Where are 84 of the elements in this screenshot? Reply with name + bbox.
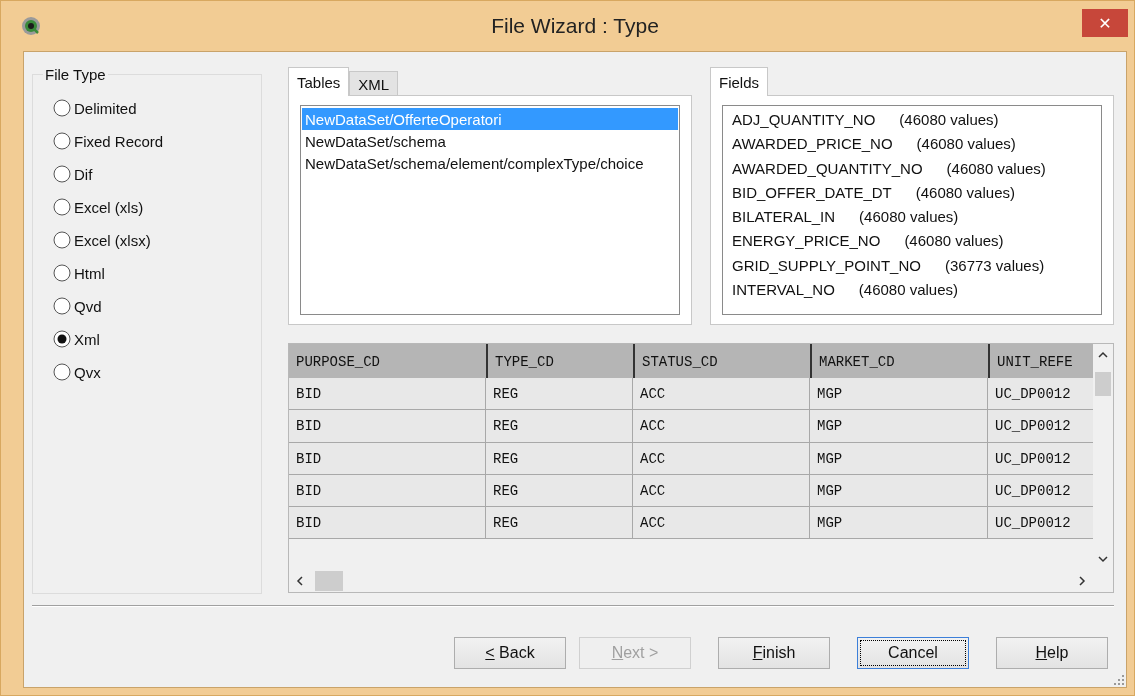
table-cell: REG xyxy=(486,410,633,443)
close-button[interactable]: ✕ xyxy=(1082,9,1128,37)
list-item[interactable]: NewDataSet/schema/element/complexType/choice xyxy=(302,152,678,174)
table-cell: REG xyxy=(486,378,633,411)
table-cell: BID xyxy=(289,474,486,508)
radio-button-icon[interactable] xyxy=(53,264,71,282)
table-cell: MGP xyxy=(810,442,988,475)
field-name: BID_OFFER_DATE_DT xyxy=(732,182,892,203)
table-cell: UC_DP0012 xyxy=(988,378,1093,411)
table-cell: UC_DP0012 xyxy=(988,442,1093,475)
radio-button-icon[interactable] xyxy=(53,297,71,315)
file-type-option[interactable]: Excel (xls) xyxy=(53,198,261,216)
radio-button-icon[interactable] xyxy=(53,330,71,348)
table-cell: REG xyxy=(486,507,633,540)
file-type-option[interactable]: Fixed Record xyxy=(53,132,261,150)
wizard-button[interactable]: Cancel xyxy=(857,637,969,669)
radio-button-icon[interactable] xyxy=(53,363,71,381)
field-name: ADJ_QUANTITY_NO xyxy=(732,110,876,130)
radio-button-icon[interactable] xyxy=(53,231,71,249)
file-type-option[interactable]: Qvx xyxy=(53,363,261,381)
group-label: File Type xyxy=(43,66,108,83)
table-cell: REG xyxy=(486,442,633,475)
tab[interactable]: XML xyxy=(349,71,399,95)
wizard-button[interactable]: Help xyxy=(996,637,1108,669)
app-logo-icon xyxy=(21,16,41,36)
value-count: (46080 values) xyxy=(904,231,1004,252)
scroll-right-icon[interactable] xyxy=(1077,576,1087,586)
file-type-option[interactable]: Dif xyxy=(53,165,261,183)
value-count: (46080 values) xyxy=(916,134,1016,155)
table-cell: ACC xyxy=(633,442,810,475)
field-name: BILATERAL_IN xyxy=(732,207,836,228)
field-name: AWARDED_PRICE_NO xyxy=(732,134,893,155)
table-cell: ACC xyxy=(633,507,810,540)
file-type-option[interactable]: Html xyxy=(53,264,261,282)
column-header[interactable]: STATUS_CD xyxy=(633,344,810,378)
radio-button-icon[interactable] xyxy=(53,99,71,117)
value-count: (46080 values) xyxy=(859,207,959,228)
file-type-option[interactable]: Excel (xlsx) xyxy=(53,231,261,249)
radio-button-icon[interactable] xyxy=(53,198,71,216)
value-count: (46080 values) xyxy=(858,280,959,301)
table-cell: ACC xyxy=(633,378,810,411)
file-type-option[interactable]: Delimited xyxy=(53,99,261,117)
table-cell: MGP xyxy=(810,507,988,540)
value-count: (46080 values) xyxy=(899,110,999,130)
field-name: INTERVAL_NO xyxy=(732,280,835,301)
scroll-down-icon[interactable] xyxy=(1098,554,1108,564)
scrollbar-thumb[interactable] xyxy=(315,571,343,591)
column-header[interactable]: UNIT_REFE xyxy=(988,344,1093,378)
field-name: ENERGY_PRICE_NO xyxy=(732,231,881,252)
column-header[interactable]: TYPE_CD xyxy=(486,344,633,378)
table-cell: BID xyxy=(289,507,486,540)
column-header[interactable]: PURPOSE_CD xyxy=(289,344,486,378)
table-cell: MGP xyxy=(810,378,988,411)
table-cell: UC_DP0012 xyxy=(988,410,1093,443)
value-count: (46080 values) xyxy=(946,158,1046,179)
table-cell: REG xyxy=(486,474,633,508)
tab[interactable]: Tables xyxy=(288,67,350,96)
file-type-option[interactable]: Qvd xyxy=(53,297,261,315)
value-count: (46080 values) xyxy=(915,182,1015,203)
resize-grip-icon[interactable] xyxy=(1114,675,1124,685)
table-cell: BID xyxy=(289,378,486,411)
wizard-button[interactable]: Finish xyxy=(718,637,830,669)
scroll-left-icon[interactable] xyxy=(295,576,305,586)
table-cell: MGP xyxy=(810,410,988,443)
tab[interactable]: Fields xyxy=(710,67,768,96)
column-header[interactable]: MARKET_CD xyxy=(810,344,988,378)
field-name: GRID_SUPPLY_POINT_NO xyxy=(732,255,921,276)
list-item[interactable]: NewDataSet/schema xyxy=(302,130,678,152)
scrollbar-thumb[interactable] xyxy=(1095,372,1111,396)
radio-button-icon[interactable] xyxy=(53,165,71,183)
field-name: AWARDED_QUANTITY_NO xyxy=(732,158,923,179)
table-cell: BID xyxy=(289,442,486,475)
table-cell: UC_DP0012 xyxy=(988,474,1093,508)
radio-button-icon[interactable] xyxy=(53,132,71,150)
table-cell: BID xyxy=(289,410,486,443)
table-cell: UC_DP0012 xyxy=(988,507,1093,540)
table-cell: ACC xyxy=(633,410,810,443)
table-cell: ACC xyxy=(633,474,810,508)
value-count: (36773 values) xyxy=(944,255,1045,276)
window-title: File Wizard : Type xyxy=(491,14,659,38)
wizard-button[interactable]: < Back xyxy=(454,637,566,669)
table-cell: MGP xyxy=(810,474,988,508)
file-type-option[interactable]: Xml xyxy=(53,330,261,348)
scroll-up-icon[interactable] xyxy=(1098,350,1108,360)
